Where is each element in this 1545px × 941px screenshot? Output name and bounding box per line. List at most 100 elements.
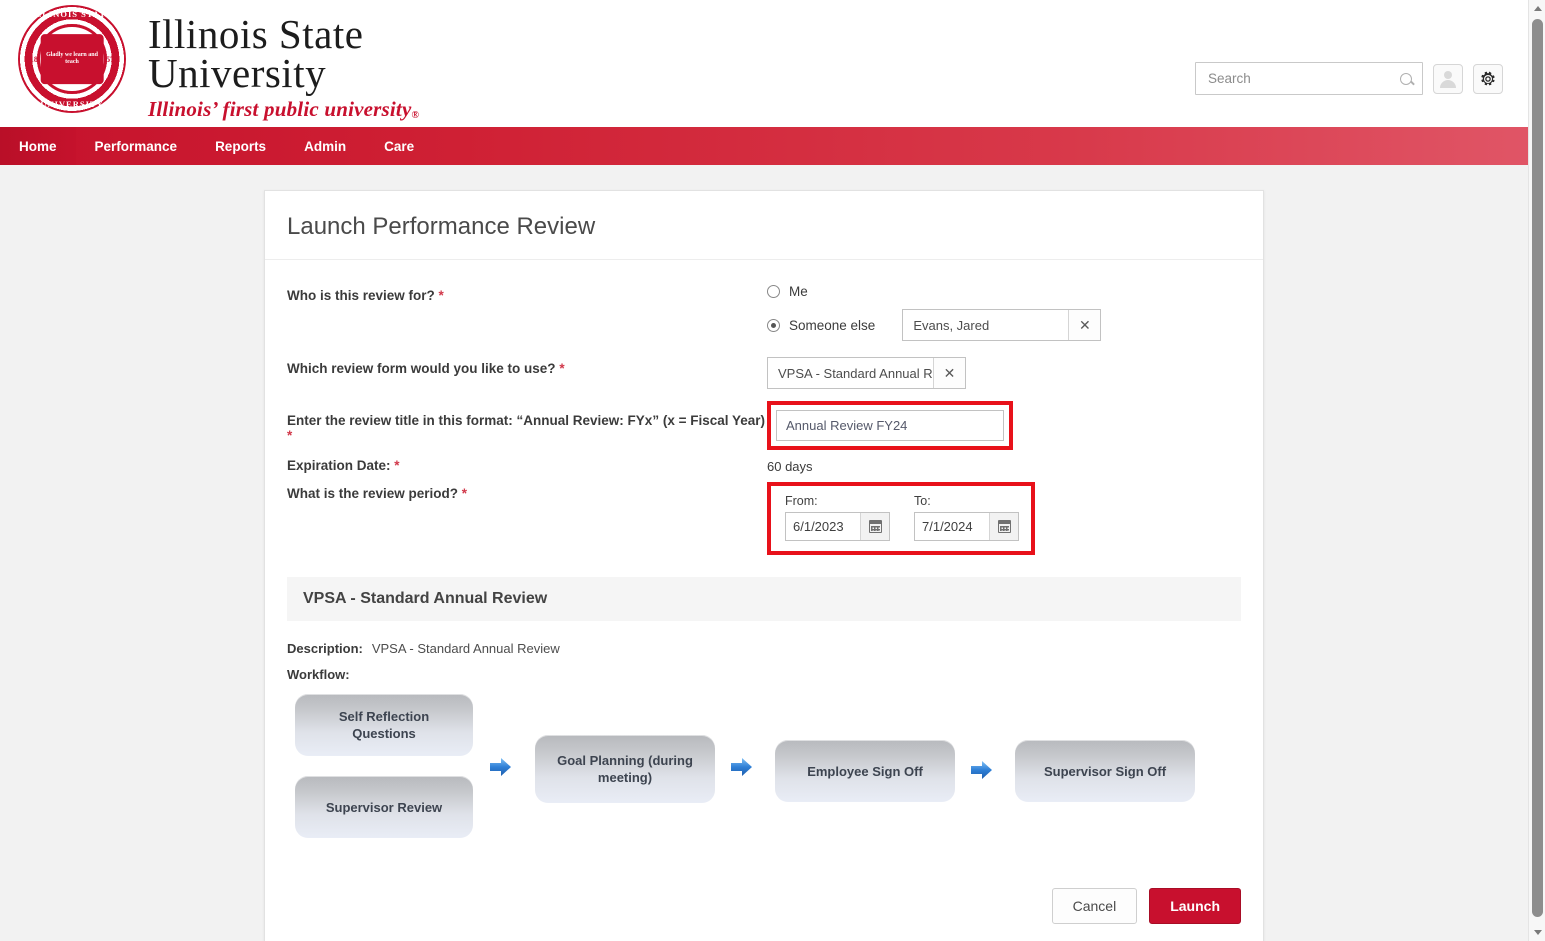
radio-option-someone-else[interactable]: Someone else Evans, Jared ✕ <box>767 309 1241 341</box>
radio-someone-else-icon[interactable] <box>767 318 780 332</box>
control-review-title <box>767 401 1241 450</box>
workflow-arrow-3 <box>971 760 993 782</box>
field-row-who: Who is this review for? * Me Someone els… <box>287 284 1241 351</box>
field-row-review-form: Which review form would you like to use?… <box>287 357 1241 389</box>
wordmark-tagline: Illinois’ first public university® <box>148 97 419 122</box>
label-review-period-text: What is the review period? <box>287 486 459 501</box>
label-review-form-text: Which review form would you like to use? <box>287 361 556 376</box>
employee-picker-clear-icon[interactable]: ✕ <box>1068 310 1101 340</box>
label-expiration: Expiration Date: * <box>287 454 767 473</box>
to-calendar-button[interactable] <box>989 513 1018 540</box>
vertical-scrollbar[interactable] <box>1528 0 1545 941</box>
page-content: Launch Performance Review Who is this re… <box>0 165 1528 941</box>
page-title: Launch Performance Review <box>265 191 1263 260</box>
workflow-diagram: Self Reflection Questions Supervisor Rev… <box>287 690 1241 858</box>
workflow-step-goal-planning: Goal Planning (during meeting) <box>535 735 715 803</box>
from-calendar-button[interactable] <box>860 513 889 540</box>
from-date-group[interactable] <box>785 512 890 541</box>
radio-someone-else-label: Someone else <box>789 317 876 333</box>
nav-item-admin[interactable]: Admin <box>285 127 365 165</box>
from-caption: From: <box>785 494 818 508</box>
required-marker: * <box>438 288 444 303</box>
field-row-review-title: Enter the review title in this format: “… <box>287 401 1241 450</box>
university-seal-icon: ILLINOIS STATE UNIVERSITY 18 57 Gladly w… <box>18 5 126 113</box>
seal-year-right: 57 <box>106 54 115 64</box>
wordmark-line-2: University <box>148 50 327 96</box>
control-expiration: 60 days <box>767 454 1241 474</box>
site-header: ILLINOIS STATE UNIVERSITY 18 57 Gladly w… <box>0 0 1528 127</box>
main-navigation: Home Performance Reports Admin Care <box>0 127 1528 165</box>
description-row: Description: VPSA - Standard Annual Revie… <box>287 641 1241 656</box>
review-title-input[interactable] <box>776 410 1004 441</box>
launch-review-form: Who is this review for? * Me Someone els… <box>265 260 1263 858</box>
search-box[interactable] <box>1195 62 1423 95</box>
employee-picker[interactable]: Evans, Jared ✕ <box>902 309 1102 341</box>
search-input[interactable] <box>1206 70 1400 87</box>
search-icon[interactable] <box>1400 72 1412 85</box>
user-avatar-icon <box>1439 70 1457 88</box>
workflow-step-employee-sign-off: Employee Sign Off <box>775 740 955 802</box>
nav-item-home[interactable]: Home <box>0 127 76 165</box>
seal-top-text: ILLINOIS STATE <box>31 9 113 19</box>
radio-option-me[interactable]: Me <box>767 284 1241 299</box>
description-label: Description: <box>287 641 363 656</box>
workflow-label: Workflow: <box>287 667 350 682</box>
launch-review-card: Launch Performance Review Who is this re… <box>264 190 1264 941</box>
scroll-down-button[interactable] <box>1529 924 1545 941</box>
radio-me-icon[interactable] <box>767 285 780 298</box>
label-expiration-text: Expiration Date: <box>287 458 391 473</box>
launch-button[interactable]: Launch <box>1149 888 1241 924</box>
review-period-to: To: <box>914 494 1019 541</box>
nav-item-performance[interactable]: Performance <box>76 127 197 165</box>
to-date-group[interactable] <box>914 512 1019 541</box>
registered-mark: ® <box>411 110 420 121</box>
field-row-review-period: What is the review period? * From: 6/1/2… <box>287 482 1241 555</box>
page-viewport: ILLINOIS STATE UNIVERSITY 18 57 Gladly w… <box>0 0 1528 941</box>
radio-me-label: Me <box>789 284 808 299</box>
required-marker: * <box>461 486 468 501</box>
scrollbar-thumb[interactable] <box>1532 19 1543 917</box>
field-row-expiration: Expiration Date: * 60 days <box>287 454 1241 474</box>
workflow-step-self-reflection-questions: Self Reflection Questions <box>295 694 473 756</box>
calendar-icon <box>868 520 882 533</box>
form-section-heading: VPSA - Standard Annual Review <box>287 577 1241 621</box>
workflow-step-supervisor-review: Supervisor Review <box>295 776 473 838</box>
profile-button[interactable] <box>1433 63 1463 94</box>
required-marker: * <box>394 458 400 473</box>
required-marker: * <box>287 427 293 443</box>
description-value: VPSA - Standard Annual Review <box>371 641 560 656</box>
nav-item-care[interactable]: Care <box>365 127 433 165</box>
university-wordmark: Illinois State University Illinois’ firs… <box>148 5 419 122</box>
university-logo: ILLINOIS STATE UNIVERSITY 18 57 Gladly w… <box>18 5 419 122</box>
label-review-period: What is the review period? * <box>287 482 767 501</box>
review-form-picker-value: VPSA - Standard Annual Review <box>778 365 933 381</box>
label-who: Who is this review for? * <box>287 284 767 303</box>
control-review-period: From: To: <box>767 482 1241 555</box>
to-date-input[interactable] <box>915 513 989 540</box>
control-review-form: VPSA - Standard Annual Review ✕ <box>767 357 1241 389</box>
header-tools <box>1195 62 1503 95</box>
gear-icon <box>1481 71 1495 85</box>
arrow-right-icon <box>971 761 992 779</box>
expiration-value: 60 days <box>767 459 813 474</box>
scroll-up-button[interactable] <box>1529 0 1545 17</box>
label-review-form: Which review form would you like to use?… <box>287 357 767 376</box>
from-date-input[interactable] <box>786 513 860 540</box>
review-form-picker-clear-icon[interactable]: ✕ <box>933 358 965 388</box>
arrow-right-icon <box>731 758 752 776</box>
required-marker: * <box>559 361 565 376</box>
review-form-picker[interactable]: VPSA - Standard Annual Review ✕ <box>767 357 966 389</box>
nav-item-reports[interactable]: Reports <box>196 127 285 165</box>
seal-bottom-text: UNIVERSITY <box>40 99 104 109</box>
scroll-up-arrow-icon <box>1533 6 1542 11</box>
calendar-icon <box>997 520 1011 533</box>
review-title-highlight <box>767 401 1013 450</box>
cancel-button[interactable]: Cancel <box>1051 888 1138 924</box>
scroll-down-arrow-icon <box>1533 930 1542 935</box>
workflow-arrow-1 <box>490 757 512 779</box>
settings-button[interactable] <box>1473 63 1503 94</box>
workflow-step-supervisor-sign-off: Supervisor Sign Off <box>1015 740 1195 802</box>
seal-year-left: 18 <box>29 54 38 64</box>
label-review-title-text: Enter the review title in this format: “… <box>287 412 766 428</box>
workflow-arrow-2 <box>731 757 753 779</box>
